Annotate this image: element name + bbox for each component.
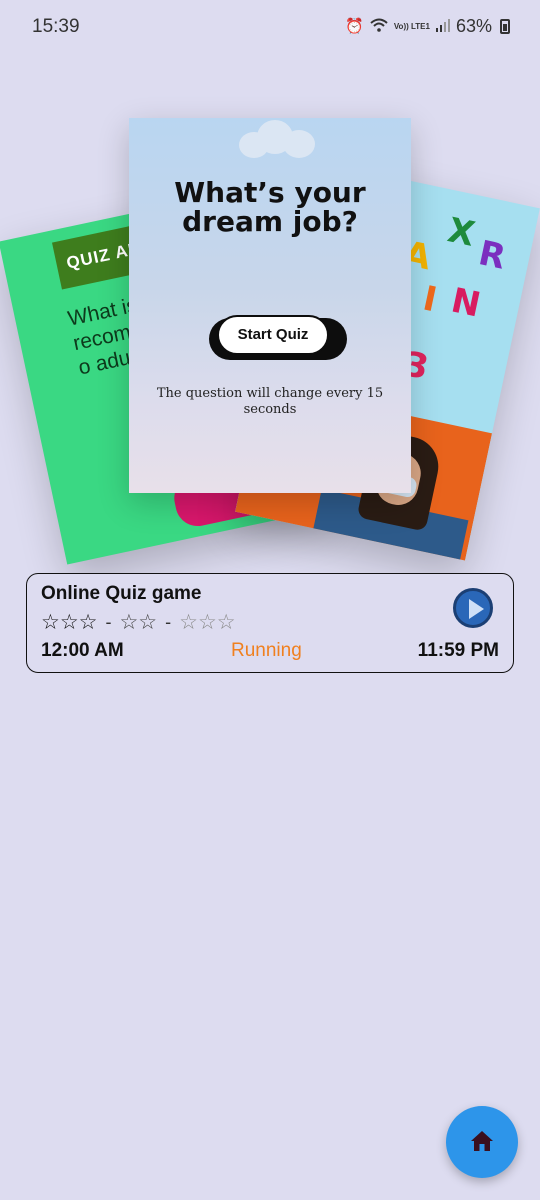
- home-button[interactable]: [446, 1106, 518, 1178]
- star-icon-group: ☆☆☆: [179, 611, 236, 634]
- status-badge: Running: [231, 640, 302, 661]
- game-info-card[interactable]: Online Quiz game ☆☆☆ - ☆☆ - ☆☆☆ 12:00 AM…: [26, 573, 514, 673]
- battery-percent: 63%: [455, 16, 492, 36]
- star-icon-group: ☆☆: [119, 611, 158, 634]
- play-icon[interactable]: [453, 588, 493, 628]
- signal-icon: [435, 18, 450, 35]
- quiz-card-carousel[interactable]: QUIZ AP What is t recomm intake o adult?…: [0, 110, 540, 570]
- alarm-icon: ⏰: [345, 18, 364, 35]
- start-time: 12:00 AM: [41, 640, 124, 661]
- home-icon: [471, 1131, 493, 1151]
- separator: -: [105, 612, 112, 632]
- end-time: 11:59 PM: [417, 640, 499, 661]
- star-icon-group: ☆☆☆: [41, 611, 98, 634]
- status-bar: 15:39 ⏰ Vo)) LTE1 63%: [0, 0, 540, 54]
- wifi-icon: [370, 18, 388, 35]
- battery-icon: [500, 19, 510, 34]
- start-quiz-label[interactable]: Start Quiz: [217, 315, 329, 355]
- network-label: Vo)) LTE1: [393, 22, 430, 31]
- start-quiz-button[interactable]: Start Quiz: [209, 315, 347, 360]
- letter-decoration: X: [444, 210, 479, 255]
- letter-decoration: R: [475, 233, 510, 278]
- quiz-card-note: The question will change every 15 second…: [156, 386, 384, 417]
- letter-decoration: N: [447, 280, 484, 326]
- game-title: Online Quiz game: [41, 583, 202, 604]
- separator: -: [165, 612, 172, 632]
- status-time: 15:39: [32, 16, 80, 37]
- cloud-icon: [239, 120, 315, 158]
- star-rating: ☆☆☆ - ☆☆ - ☆☆☆: [41, 610, 236, 635]
- letter-decoration: I: [419, 278, 441, 321]
- quiz-card-title: What’s your dream job?: [174, 176, 366, 238]
- status-icons: ⏰ Vo)) LTE1 63%: [345, 16, 510, 37]
- quiz-card-center[interactable]: What’s your dream job? Start Quiz The qu…: [129, 118, 411, 493]
